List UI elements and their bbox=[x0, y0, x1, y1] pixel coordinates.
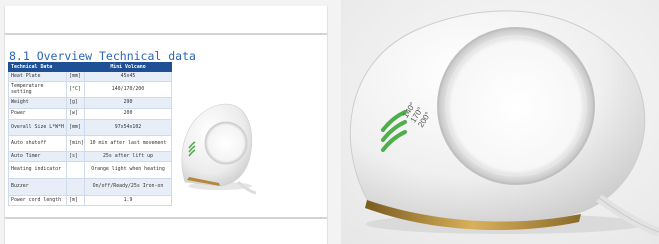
row-value: 140/170/200 bbox=[84, 81, 172, 98]
table-row: Overall Size L*W*H [mm] 97x54x102 bbox=[8, 119, 172, 136]
row-label: Overall Size L*W*H bbox=[8, 119, 67, 136]
table-row: Heating indicator Orange light when heat… bbox=[8, 161, 172, 179]
page-divider-bottom bbox=[5, 217, 327, 219]
product-photo-small bbox=[175, 96, 256, 200]
section-title: 8.1 Overview Technical data bbox=[9, 49, 196, 63]
table-row: Heat Plate [mm] 45x45 bbox=[8, 71, 172, 82]
row-value: 1.9 bbox=[84, 195, 172, 206]
row-unit: [g] bbox=[66, 97, 85, 109]
row-value: 25s after lift up bbox=[84, 151, 172, 162]
row-unit: [s] bbox=[66, 151, 85, 162]
row-label: Heat Plate bbox=[8, 71, 67, 82]
row-label: Power bbox=[8, 108, 67, 120]
row-unit: [min] bbox=[66, 135, 85, 152]
row-value: 45x45 bbox=[84, 71, 172, 82]
row-unit: [mm] bbox=[66, 119, 85, 136]
row-unit: [°C] bbox=[66, 81, 85, 98]
table-row: Auto Timer [s] 25s after lift up bbox=[8, 151, 172, 162]
table-row: Buzzer On/off/Ready/25s Iron-on bbox=[8, 178, 172, 196]
table-row: Power cord length [m] 1.9 bbox=[8, 195, 172, 206]
row-value: On/off/Ready/25s Iron-on bbox=[84, 178, 172, 196]
row-unit: [mm] bbox=[66, 71, 85, 82]
row-value: 97x54x102 bbox=[84, 119, 172, 136]
row-label: Auto Timer bbox=[8, 151, 67, 162]
row-unit bbox=[66, 178, 85, 196]
table-header-cell bbox=[66, 62, 85, 72]
row-label: Heating indicator bbox=[8, 161, 67, 179]
product-photo-large: 140° 170° 200° bbox=[341, 0, 659, 244]
table-header-row: Technical Data Mini Volcano bbox=[8, 62, 172, 72]
row-unit: [m] bbox=[66, 195, 85, 206]
table-header-cell: Technical Data bbox=[8, 62, 67, 72]
row-label: Temperature setting bbox=[8, 81, 67, 98]
row-value: 290 bbox=[84, 97, 172, 109]
table-header-cell: Mini Volcano bbox=[84, 62, 172, 72]
row-value: Orange light when heating bbox=[84, 161, 172, 179]
page-divider-top bbox=[5, 33, 327, 35]
row-label: Weight bbox=[8, 97, 67, 109]
document-page: 8.1 Overview Technical data Technical Da… bbox=[4, 6, 328, 244]
row-value: 200 bbox=[84, 108, 172, 120]
row-unit: [w] bbox=[66, 108, 85, 120]
row-value: 10 min after last movement bbox=[84, 135, 172, 152]
row-unit bbox=[66, 161, 85, 179]
technical-data-table: Technical Data Mini Volcano Heat Plate [… bbox=[8, 62, 172, 206]
table-row: Auto shutoff [min] 10 min after last mov… bbox=[8, 135, 172, 152]
row-label: Power cord length bbox=[8, 195, 67, 206]
table-row: Weight [g] 290 bbox=[8, 97, 172, 109]
table-row: Temperature setting [°C] 140/170/200 bbox=[8, 81, 172, 98]
row-label: Buzzer bbox=[8, 178, 67, 196]
table-row: Power [w] 200 bbox=[8, 108, 172, 120]
row-label: Auto shutoff bbox=[8, 135, 67, 152]
